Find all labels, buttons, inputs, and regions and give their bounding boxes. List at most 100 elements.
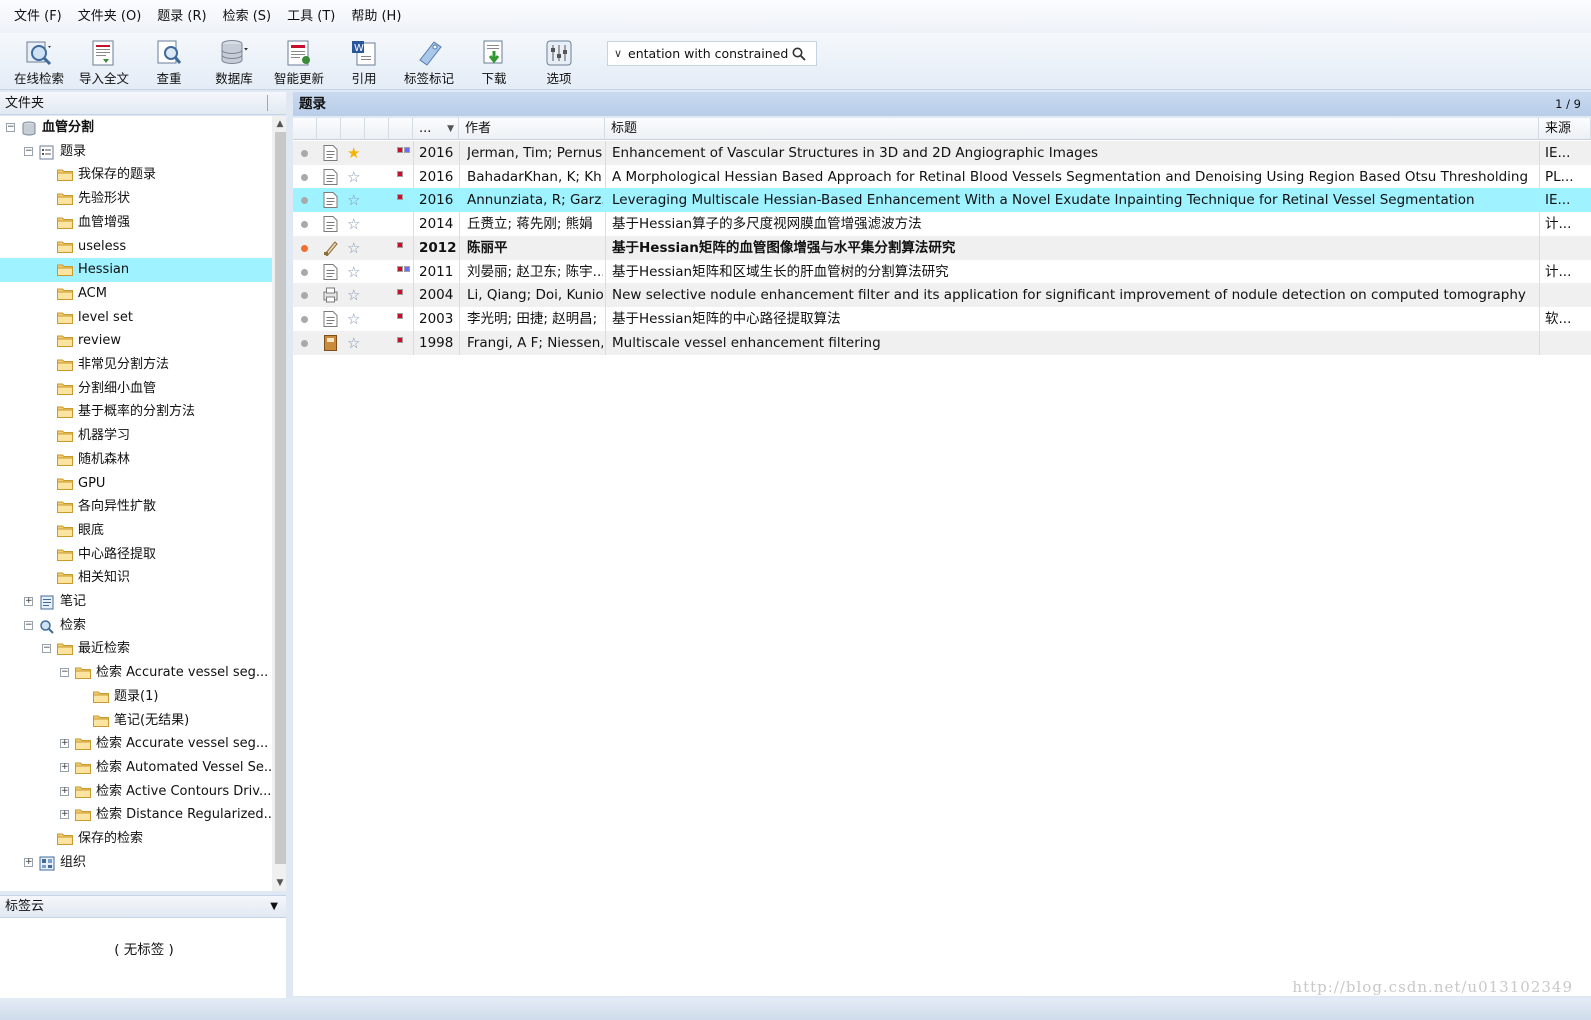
- collapse-icon[interactable]: −: [24, 146, 33, 156]
- tree-item[interactable]: − 检索: [0, 614, 272, 638]
- tree-item[interactable]: 中心路径提取: [0, 543, 272, 567]
- tree-item[interactable]: ACM: [0, 282, 272, 306]
- tree-item[interactable]: + 笔记: [0, 590, 272, 614]
- tree-item[interactable]: − 血管分割: [0, 116, 272, 140]
- tree-item[interactable]: + 检索 Automated Vessel Se...: [0, 756, 272, 780]
- table-row[interactable]: ☆ 2011 刘晏丽; 赵卫东; 陈宇... 基于Hessian矩阵和区域生长的肝血管…: [293, 259, 1591, 284]
- read-status-icon[interactable]: [301, 292, 308, 300]
- duplicate-check-button[interactable]: 查重: [136, 35, 202, 89]
- tree-item[interactable]: 各向异性扩散: [0, 495, 272, 519]
- tree-item[interactable]: 分割细小血管: [0, 377, 272, 401]
- column-source[interactable]: 来源: [1539, 118, 1591, 140]
- tree-item[interactable]: − 最近检索: [0, 637, 272, 661]
- tree-item[interactable]: 基于概率的分割方法: [0, 400, 272, 424]
- menu-folder[interactable]: 文件夹 (O): [70, 0, 150, 33]
- attachment-flag-icon[interactable]: [397, 147, 410, 153]
- table-row[interactable]: ☆ 2016 BahadarKhan, K; Kh... A Morphologica…: [293, 164, 1591, 189]
- read-status-icon[interactable]: [301, 173, 308, 181]
- splitter[interactable]: [286, 92, 293, 998]
- read-status-icon[interactable]: [301, 197, 308, 205]
- database-button[interactable]: 数据库: [201, 35, 267, 89]
- quick-search-input[interactable]: [628, 46, 788, 61]
- read-status-icon[interactable]: [301, 315, 308, 323]
- cite-button[interactable]: W 引用: [331, 35, 397, 89]
- tree-item[interactable]: Hessian: [0, 258, 272, 283]
- chevron-down-icon[interactable]: ∨: [608, 47, 628, 60]
- star-icon[interactable]: ☆: [347, 214, 360, 234]
- table-row[interactable]: ☆ 2012 陈丽平 基于Hessian矩阵的血管图像增强与水平集分割算法研究: [293, 235, 1591, 260]
- tree-item[interactable]: 眼底: [0, 519, 272, 543]
- read-status-icon[interactable]: [301, 244, 308, 252]
- tree-item[interactable]: 题录(1): [0, 685, 272, 709]
- tag-cloud-header[interactable]: 标签云 ▼: [0, 895, 288, 918]
- column-status[interactable]: [293, 118, 317, 140]
- table-row[interactable]: ☆ 2014 丘赉立; 蒋先刚; 熊娟 基于Hessian算子的多尺度视网膜血管增强滤…: [293, 212, 1591, 237]
- import-fulltext-button[interactable]: 导入全文: [71, 35, 137, 89]
- menu-file[interactable]: 文件 (F): [6, 0, 70, 33]
- expand-icon[interactable]: +: [24, 857, 33, 867]
- column-year[interactable]: ... ▼: [413, 118, 459, 140]
- smart-update-button[interactable]: 智能更新: [266, 35, 332, 89]
- tree-item[interactable]: review: [0, 329, 272, 353]
- column-title[interactable]: 标题: [605, 118, 1539, 140]
- star-icon[interactable]: ☆: [347, 190, 360, 210]
- star-icon[interactable]: ☆: [347, 167, 360, 187]
- tree-item[interactable]: − 题录: [0, 140, 272, 164]
- attachment-flag-icon[interactable]: [397, 194, 403, 201]
- attachment-flag-icon[interactable]: [397, 241, 403, 248]
- column-type[interactable]: [317, 118, 341, 140]
- menu-reference[interactable]: 题录 (R): [149, 0, 214, 33]
- table-row[interactable]: ★ 2016 Jerman, Tim; Pernus,... Enhancement …: [293, 141, 1591, 165]
- tree-item[interactable]: 血管增强: [0, 211, 272, 235]
- tree-item[interactable]: 先验形状: [0, 187, 272, 211]
- star-icon[interactable]: ☆: [347, 309, 360, 329]
- tree-item[interactable]: 随机森林: [0, 448, 272, 472]
- tree-item[interactable]: 我保存的题录: [0, 163, 272, 187]
- tag-mark-button[interactable]: 标签标记: [396, 35, 462, 89]
- scrollbar-thumb[interactable]: [275, 132, 286, 864]
- star-icon[interactable]: ☆: [347, 333, 360, 353]
- star-icon[interactable]: ☆: [347, 238, 360, 258]
- read-status-icon[interactable]: [301, 268, 308, 276]
- attachment-flag-icon[interactable]: [397, 289, 403, 296]
- collapse-icon[interactable]: −: [24, 620, 33, 630]
- collapse-icon[interactable]: −: [60, 668, 69, 678]
- tree-item[interactable]: + 检索 Accurate vessel seg...: [0, 732, 272, 756]
- column-star[interactable]: [341, 118, 365, 140]
- collapse-icon[interactable]: −: [6, 123, 15, 132]
- star-icon[interactable]: ☆: [347, 262, 360, 282]
- expand-icon[interactable]: +: [24, 597, 33, 606]
- menu-tools[interactable]: 工具 (T): [279, 0, 343, 33]
- collapse-arrow-icon[interactable]: ▼: [270, 896, 278, 918]
- online-search-button[interactable]: 在线检索: [6, 35, 72, 89]
- table-row[interactable]: ☆ 2016 Annunziata, R; Garz... Leveraging Mu…: [293, 188, 1591, 213]
- tree-item[interactable]: + 组织: [0, 851, 272, 875]
- table-row[interactable]: ☆ 1998 Frangi, A F; Niessen,... Multiscale …: [293, 330, 1591, 355]
- attachment-flag-icon[interactable]: [397, 170, 403, 177]
- tree-item[interactable]: 非常见分割方法: [0, 353, 272, 377]
- attachment-flag-icon[interactable]: [397, 312, 403, 319]
- menu-help[interactable]: 帮助 (H): [343, 0, 409, 33]
- tree-item[interactable]: 机器学习: [0, 424, 272, 448]
- table-row[interactable]: ☆ 2004 Li, Qiang; Doi, Kunio New selective …: [293, 283, 1591, 308]
- read-status-icon[interactable]: [301, 150, 308, 157]
- expand-icon[interactable]: +: [60, 810, 69, 820]
- tree-item[interactable]: 相关知识: [0, 566, 272, 590]
- attachment-flag-icon[interactable]: [397, 265, 410, 272]
- tree-item[interactable]: GPU: [0, 472, 272, 496]
- collapse-icon[interactable]: −: [42, 644, 51, 654]
- column-author[interactable]: 作者: [459, 118, 605, 140]
- options-button[interactable]: 选项: [526, 35, 592, 89]
- expand-icon[interactable]: +: [60, 786, 69, 796]
- star-icon[interactable]: ★: [347, 143, 360, 163]
- tree-item[interactable]: useless: [0, 235, 272, 259]
- column-spacer[interactable]: [365, 118, 389, 140]
- attachment-flag-icon[interactable]: [397, 336, 403, 343]
- table-row[interactable]: ☆ 2003 李光明; 田捷; 赵明昌; ... 基于Hessian矩阵的中心路径提取…: [293, 306, 1591, 331]
- tree-item[interactable]: − 检索 Accurate vessel seg...: [0, 661, 272, 685]
- column-pdf[interactable]: [389, 118, 413, 140]
- menu-search[interactable]: 检索 (S): [215, 0, 280, 33]
- download-button[interactable]: 下载: [461, 35, 527, 89]
- tree-item[interactable]: 保存的检索: [0, 827, 272, 851]
- expand-icon[interactable]: +: [60, 739, 69, 749]
